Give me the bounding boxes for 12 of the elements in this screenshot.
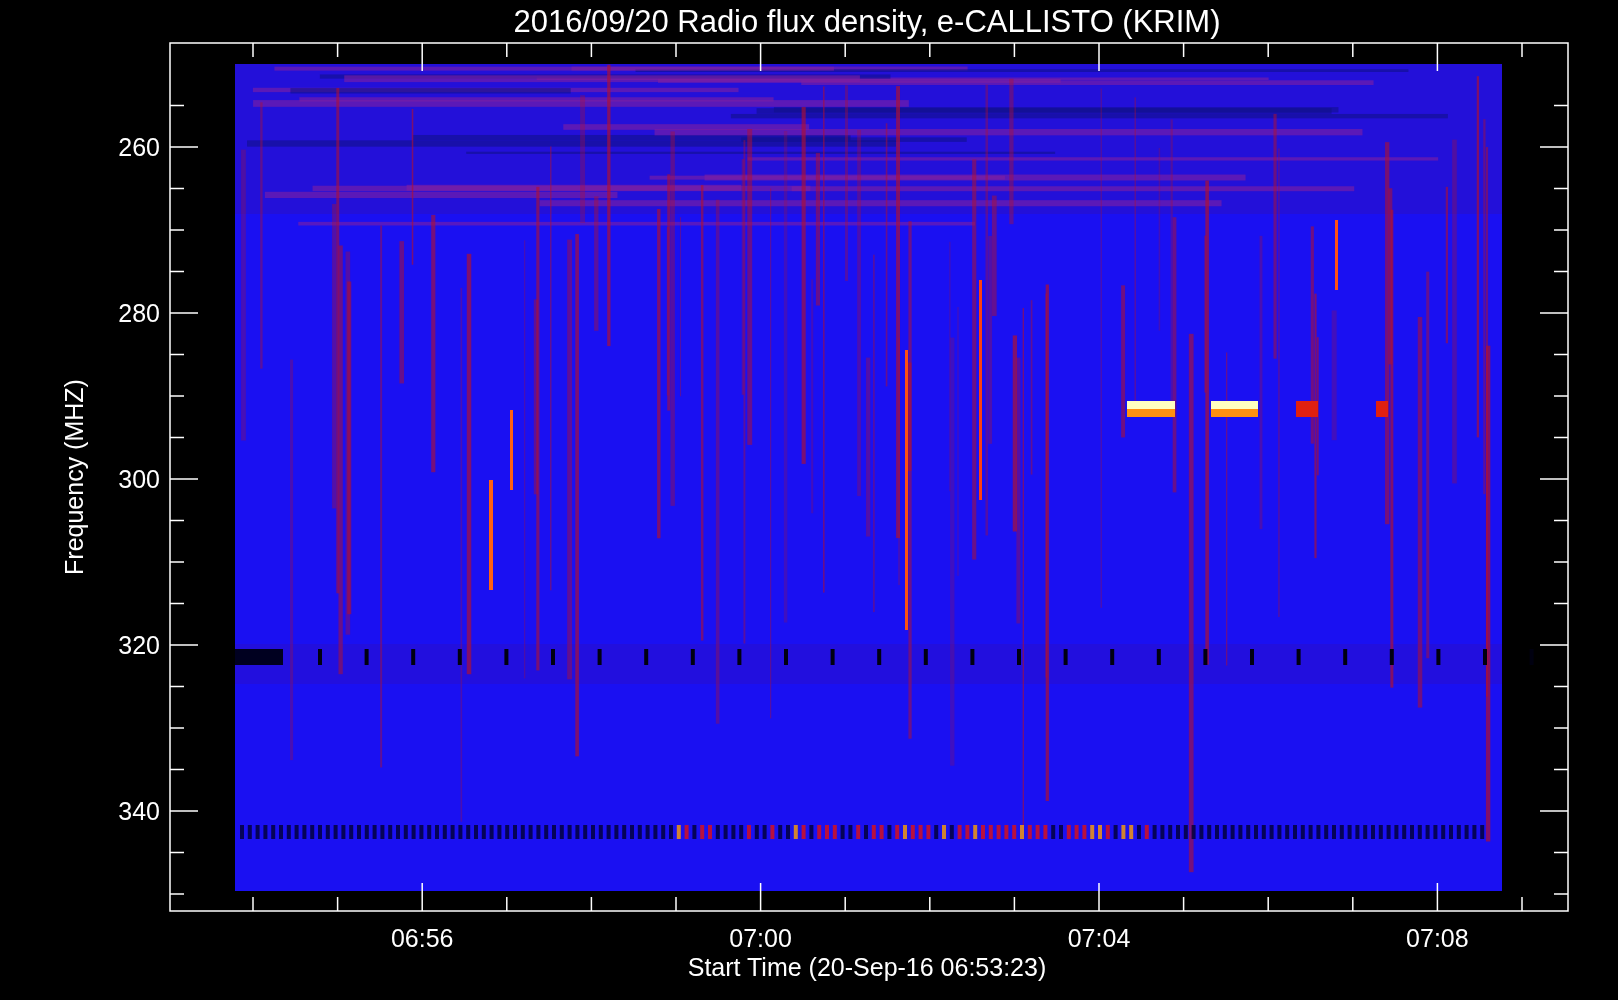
y-tick-label: 340 [118, 797, 160, 825]
x-axis-label: Start Time (20-Sep-16 06:53:23) [687, 953, 1047, 981]
y-tick-label: 280 [118, 299, 160, 327]
x-tick-label: 07:04 [1067, 924, 1131, 952]
y-tick-label: 300 [118, 465, 160, 493]
y-tick-label: 260 [118, 133, 160, 161]
y-axis-label: Frequency (MHZ) [60, 379, 88, 575]
x-tick-label: 07:08 [1406, 924, 1469, 952]
x-tick-label: 07:00 [729, 924, 792, 952]
y-tick-label: 320 [118, 631, 160, 659]
chart-title: 2016/09/20 Radio flux density, e-CALLISTO (KRIM) [513, 4, 1221, 39]
x-tick-label: 06:56 [390, 924, 454, 952]
